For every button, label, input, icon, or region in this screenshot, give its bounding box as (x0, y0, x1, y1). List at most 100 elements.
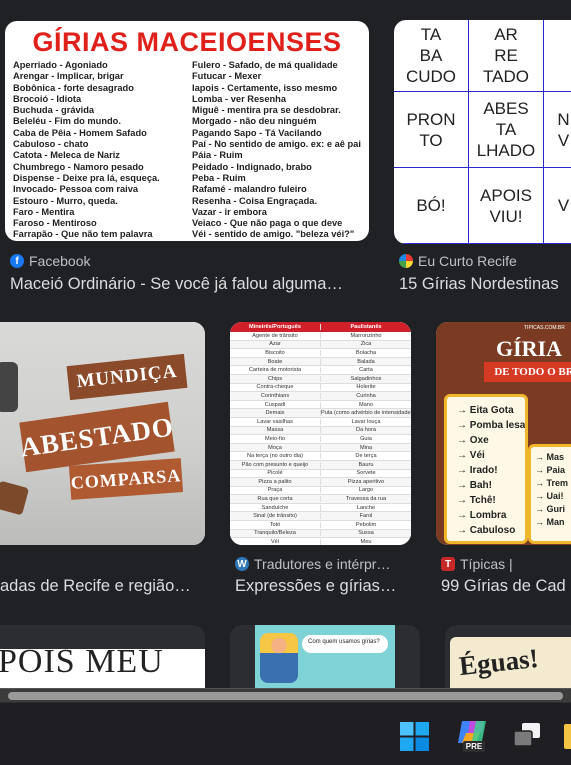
result-source[interactable]: Eu Curto Recife (399, 252, 571, 270)
table-cell: Sinal (de trânsito) (230, 513, 321, 520)
scrollbar-thumb[interactable] (8, 692, 563, 700)
table-cell: Totó (230, 521, 321, 528)
result-thumbnail-eguas[interactable]: Éguas! (445, 625, 571, 688)
table-cell: Na terça (no outro dia) (230, 453, 321, 460)
slang-entry: → Irado! (457, 465, 498, 476)
slang-entry: Páia - Ruim (192, 150, 243, 161)
table-cell: Salgadinhos (350, 375, 382, 382)
table-cell: Boate (230, 358, 321, 365)
table-row: Contra-cheque Holerite (230, 384, 411, 393)
table-cell: Puta (como advérbio de intensidade) (321, 410, 411, 417)
table-row: Rua que corta Travessa da rua (230, 495, 411, 504)
slang-entry: Resenha - Coisa Engraçada. (192, 195, 318, 206)
table-row: Sanduíche Lanche (230, 504, 411, 513)
result-thumbnail-expressoes-girias[interactable]: Mineirês/Português Paulistanês Agente de… (230, 322, 411, 545)
result-title[interactable]: Maceió Ordinário - Se você já falou algu… (10, 275, 366, 297)
slang-entry: Peidado - Indignado, brabo (192, 161, 312, 172)
table-cell: Zica (360, 341, 372, 348)
result-source[interactable]: W Tradutores e intérpr… (235, 555, 410, 573)
site-logo-icon (399, 254, 413, 268)
slang-entry: → Cabuloso (457, 525, 516, 536)
windows-start-icon[interactable] (400, 722, 429, 751)
table-row: Carteira de motorista Carta (230, 366, 411, 375)
table-cell: Mano (359, 401, 373, 408)
table-row: Boate Balada (230, 357, 411, 367)
table-cell: Biscoito (230, 349, 321, 356)
table-cell: Véi (230, 539, 321, 545)
table-row: Demais Puta (como advérbio de intensidade… (230, 409, 411, 418)
table-cell: Largo (358, 487, 374, 494)
table-row: Praça Largo (230, 487, 411, 496)
image-slang-list: → Eita Gota → Pomba lesa → Oxe → Véi → Irado… (444, 394, 528, 544)
table-row: Véi Meu (230, 538, 411, 545)
grid-cell (544, 20, 571, 92)
table-row: Cuspadi Mano (230, 401, 411, 410)
slang-entry: Faro - Mentira (13, 206, 75, 217)
table-row: Chips Salgadinhos (230, 374, 411, 384)
copilot-icon[interactable]: PRE (456, 719, 488, 753)
table-row: Massa Da hora (230, 426, 411, 436)
image-heading: GÍRIA (495, 336, 562, 361)
table-cell: Pizza a palito (230, 478, 321, 485)
grid-cell: AR RE TADO (469, 20, 544, 92)
result-thumbnail-com-quem-usamos-girias[interactable]: Com quem usamos gírias? (230, 625, 420, 688)
table-cell: Azar (230, 341, 321, 348)
file-explorer-icon[interactable] (564, 724, 571, 749)
slang-entry: → Bah! (457, 480, 492, 491)
table-cell: Marronzinho (350, 332, 382, 339)
grid-cell: V (544, 168, 571, 244)
slang-entry: Rafamé - malandro fuleiro (192, 184, 307, 195)
table-row: Tranquilo/Beleza Sussa (230, 529, 411, 539)
grid-cell: N V (544, 92, 571, 168)
result-title[interactable]: adas de Recife e região… (0, 577, 200, 599)
image-subheading: DE TODO O BR (484, 362, 571, 382)
result-source[interactable]: f Facebook (10, 252, 365, 270)
result-thumbnail-giria-stamps[interactable]: MUNDIÇA ABESTADO COMPARSA (0, 322, 205, 545)
result-thumbnail-girias-nordestinas[interactable]: TA BA CUDO AR RE TADO PRON TO ABES TA LHADO… (394, 20, 571, 244)
result-thumbnail-99-girias[interactable]: TIPICAS.COM.BR GÍRIA DE TODO O BR → Eita… (436, 322, 571, 545)
slang-entry: → Man (535, 517, 565, 527)
table-cell: Bolacha (355, 349, 377, 356)
slang-entry: → Oxe (457, 435, 489, 446)
image-bingo-grid: TA BA CUDO AR RE TADO PRON TO ABES TA LHADO… (394, 20, 571, 244)
result-source[interactable]: T Típicas | (441, 555, 571, 573)
grid-cell: BÓ! (394, 168, 469, 244)
result-thumbnail-pois-meu[interactable]: POIS MEU (0, 625, 205, 688)
horizontal-scrollbar[interactable] (0, 688, 571, 702)
image-slang-list: → Mas → Paia → Trem → Uai! → Guri → Man (528, 444, 571, 544)
source-label: Tradutores e intérpr… (254, 556, 391, 572)
result-title[interactable]: 99 Gírias de Cad (441, 577, 571, 599)
slang-entry: Estouro - Murro, queda. (13, 195, 118, 206)
slang-entry: Brocoió - Idiota (13, 93, 82, 104)
table-cell: Travessa da rua (345, 496, 387, 503)
table-row: Corinthians Curinha (230, 392, 411, 401)
slang-entry: Catota - Meleca de Nariz (13, 150, 120, 161)
result-title[interactable]: 15 Gírias Nordestinas (399, 275, 571, 297)
table-cell: Sanduíche (230, 504, 321, 511)
table-cell: De terça (355, 453, 377, 460)
slang-entry: Iapois - Certamente, isso mesmo (192, 82, 338, 93)
table-row: Lavar vasilhas Lavar louça (230, 418, 411, 427)
slang-entry: Paí - No sentido de amigo. ex: e aê pai (192, 139, 361, 150)
result-thumbnail-girias-maceioenses[interactable]: GÍRIAS MACEIOENSES Aperriado - Agoniado A… (5, 21, 369, 241)
table-row: Azar Zica (230, 340, 411, 350)
table-cell: Guia (360, 435, 372, 442)
slang-entry: Vazar - ir embora (192, 206, 267, 217)
table-row: Na terça (no outro dia) De terça (230, 452, 411, 461)
result-title[interactable]: Expressões e gírias… (235, 577, 413, 599)
windows-taskbar: PRE (0, 702, 571, 765)
copilot-pre-badge: PRE (463, 741, 485, 752)
table-cell: Lanche (356, 504, 376, 511)
grid-cell: PRON TO (394, 92, 469, 168)
task-view-icon[interactable] (511, 721, 543, 751)
table-cell: Pão com presunto e queijo (230, 461, 321, 468)
table-cell: Agente de trânsito (230, 332, 321, 339)
table-cell: Contra-cheque (230, 384, 321, 391)
table-row: Meio-fio Guia (230, 435, 411, 444)
image-caption: Com quem usamos gírias? (308, 639, 380, 645)
image-text: POIS MEU (0, 643, 164, 680)
source-label: Eu Curto Recife (418, 253, 517, 269)
slang-entry: → Trem (535, 478, 569, 488)
table-cell: Pebolim (355, 521, 377, 528)
column-header: Mineirês/Português (230, 324, 321, 330)
